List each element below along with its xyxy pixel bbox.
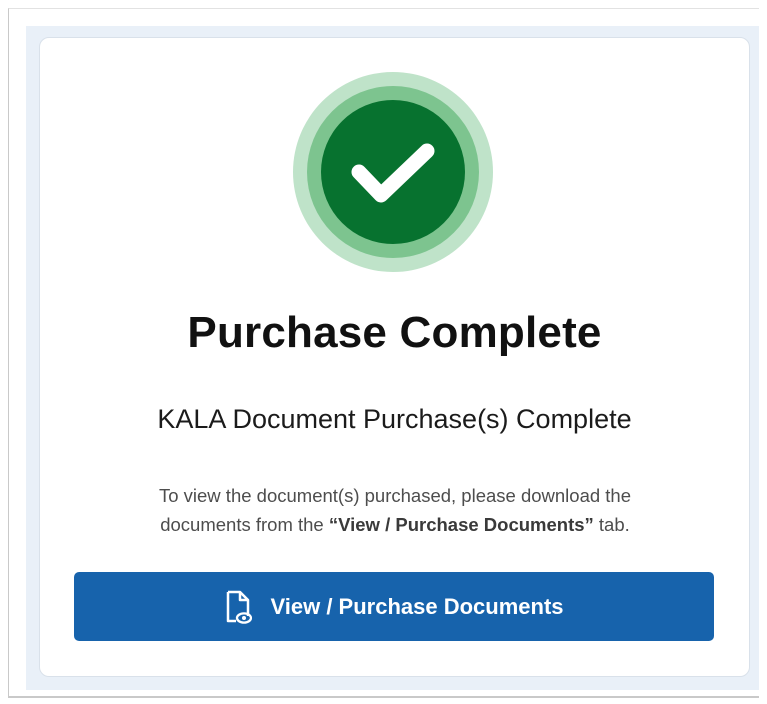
view-purchase-documents-button-label: View / Purchase Documents	[270, 593, 564, 619]
page-title: Purchase Complete	[187, 308, 602, 357]
instruction-text-prefix: documents from the	[160, 514, 329, 535]
instruction-line-1: To view the document(s) purchased, pleas…	[158, 485, 632, 506]
instruction-text-suffix: tab.	[593, 514, 630, 535]
view-purchase-documents-button[interactable]: View / Purchase Documents	[74, 572, 714, 641]
instruction-message: To view the document(s) purchased, pleas…	[90, 481, 700, 539]
document-view-icon	[224, 590, 253, 624]
instruction-line-2: documents from the “View / Purchase Docu…	[90, 510, 700, 539]
page-subtitle: KALA Document Purchase(s) Complete	[157, 404, 632, 434]
success-checkmark-icon	[293, 72, 493, 272]
tab-name-emphasis: “View / Purchase Documents”	[328, 514, 594, 535]
